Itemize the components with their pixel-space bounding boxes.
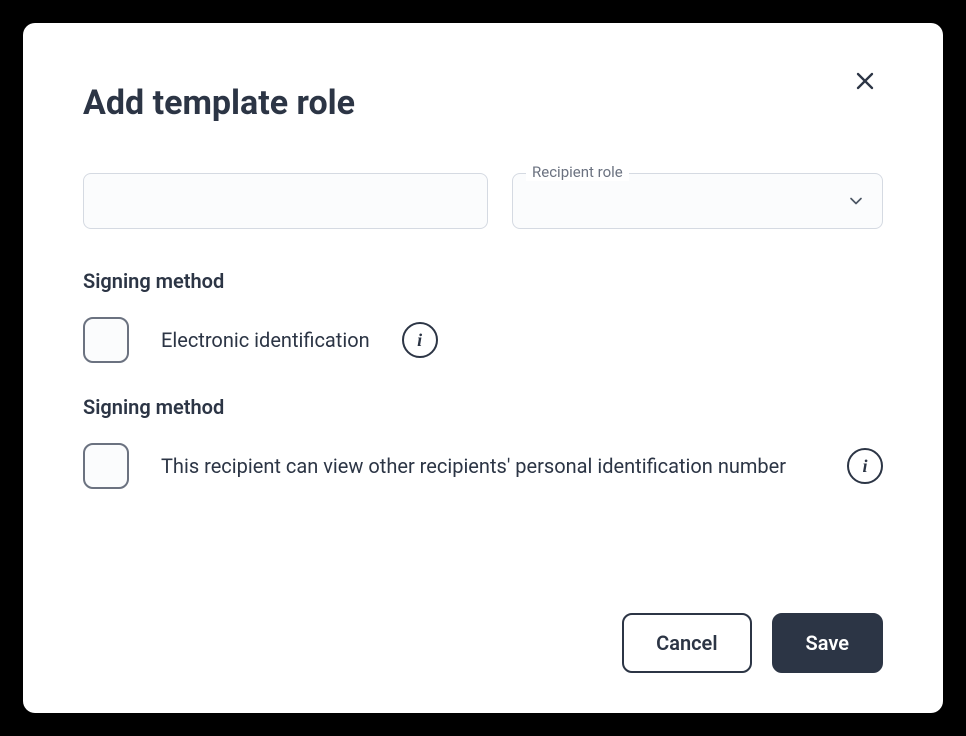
- close-icon: [851, 67, 879, 95]
- view-pin-label: This recipient can view other recipients…: [161, 451, 786, 481]
- close-button[interactable]: [847, 63, 883, 103]
- section-title: Signing method: [83, 395, 883, 419]
- modal-title: Add template role: [83, 83, 355, 123]
- checkbox-row: This recipient can view other recipients…: [83, 443, 883, 489]
- info-icon: i: [862, 456, 867, 477]
- electronic-id-checkbox[interactable]: [83, 317, 129, 363]
- info-icon: i: [417, 330, 422, 351]
- section-title: Signing method: [83, 269, 883, 293]
- form-row: Recipient role: [83, 173, 883, 229]
- checkbox-row: Electronic identification i: [83, 317, 883, 363]
- signing-method-section-2: Signing method This recipient can view o…: [83, 395, 883, 489]
- view-pin-checkbox[interactable]: [83, 443, 129, 489]
- recipient-role-label: Recipient role: [526, 163, 629, 181]
- save-button[interactable]: Save: [772, 613, 883, 673]
- recipient-role-select[interactable]: [512, 173, 883, 229]
- button-row: Cancel Save: [83, 613, 883, 673]
- name-input[interactable]: [83, 173, 488, 229]
- checkbox-left: This recipient can view other recipients…: [83, 443, 815, 489]
- info-button[interactable]: i: [847, 448, 883, 484]
- chevron-down-icon: [846, 191, 866, 211]
- add-template-role-modal: Add template role Recipient role Signing…: [23, 23, 943, 713]
- signing-method-section-1: Signing method Electronic identification…: [83, 269, 883, 363]
- info-button[interactable]: i: [402, 322, 438, 358]
- cancel-button[interactable]: Cancel: [622, 613, 751, 673]
- modal-header: Add template role: [83, 83, 883, 123]
- electronic-id-label: Electronic identification: [161, 325, 370, 355]
- recipient-role-wrapper: Recipient role: [512, 173, 883, 229]
